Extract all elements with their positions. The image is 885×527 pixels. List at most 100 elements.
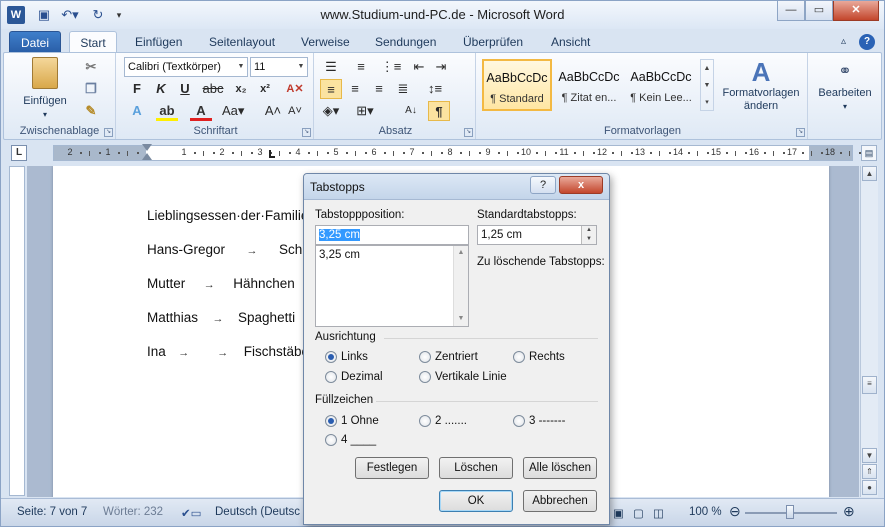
font-color-icon[interactable]: A: [190, 101, 212, 121]
subscript-icon[interactable]: x₂: [230, 79, 252, 99]
default-tabs-spinner[interactable]: ▲ ▼: [581, 226, 596, 244]
minimize-ribbon-icon[interactable]: ▵: [839, 31, 848, 53]
radio-leader-3-label[interactable]: 3 -------: [529, 415, 565, 427]
tab-sendungen[interactable]: Sendungen: [373, 31, 438, 53]
radio-dezimal-label[interactable]: Dezimal: [341, 371, 383, 383]
change-styles-button[interactable]: A Formatvorlagen ändern: [716, 57, 806, 113]
cut-icon[interactable]: ✂: [80, 57, 102, 77]
style-standard[interactable]: AaBbCcDc ¶ Standard: [482, 59, 552, 111]
horizontal-ruler[interactable]: 2 1 1 2 3 4 5 6 7 8 9 10 11 12 13 14 15 16 17 18: [53, 144, 861, 161]
tab-datei[interactable]: Datei: [9, 31, 61, 53]
font-name-combo[interactable]: Calibri (Textkörper) ▼: [124, 57, 248, 77]
minimize-button[interactable]: —: [777, 1, 805, 21]
styles-scroll[interactable]: ▲ ▼ ▾: [700, 59, 714, 111]
tab-einfuegen[interactable]: Einfügen: [133, 31, 184, 53]
paste-button[interactable]: Einfügen ▾: [20, 57, 70, 121]
change-case-icon[interactable]: Aa▾: [222, 101, 244, 121]
radio-leader-4-label[interactable]: 4 ____: [341, 434, 376, 446]
language-status[interactable]: Deutsch (Deutsc: [215, 506, 300, 518]
maximize-button[interactable]: ▭: [805, 1, 833, 21]
scroll-up-icon[interactable]: ▲: [454, 246, 468, 260]
editing-button[interactable]: ⚭ Bearbeiten ▾: [812, 57, 878, 113]
align-left-icon[interactable]: ≡: [320, 79, 342, 99]
show-formatting-icon[interactable]: ¶: [428, 101, 450, 121]
tab-verweise[interactable]: Verweise: [299, 31, 352, 53]
list-scrollbar[interactable]: ▲ ▼: [453, 246, 468, 326]
zoom-slider-thumb[interactable]: [786, 505, 794, 519]
font-launcher-icon[interactable]: ↘: [302, 128, 311, 137]
radio-leader-2-label[interactable]: 2 .......: [435, 415, 467, 427]
page-count[interactable]: Seite: 7 von 7: [17, 506, 87, 518]
radio-vertikale-linie-label[interactable]: Vertikale Linie: [435, 371, 507, 383]
print-layout-icon[interactable]: ▣: [613, 506, 624, 520]
word-count[interactable]: Wörter: 232: [103, 506, 163, 518]
tab-selector-icon[interactable]: L: [11, 145, 27, 161]
superscript-icon[interactable]: x²: [254, 79, 276, 99]
zoom-in-icon[interactable]: ⊕: [843, 503, 855, 520]
italic-icon[interactable]: K: [150, 79, 172, 99]
default-tabs-input[interactable]: 1,25 cm ▲ ▼: [477, 225, 597, 245]
increase-indent-icon[interactable]: ⇥: [430, 57, 452, 77]
format-painter-icon[interactable]: ✎: [80, 101, 102, 121]
list-item[interactable]: 3,25 cm: [319, 246, 468, 264]
radio-zentriert[interactable]: [419, 351, 431, 363]
align-center-icon[interactable]: ≡: [344, 79, 366, 99]
prev-page-icon[interactable]: ⇑: [862, 464, 877, 479]
set-button[interactable]: Festlegen: [355, 457, 429, 479]
cancel-button[interactable]: Abbrechen: [523, 490, 597, 512]
style-zitat[interactable]: AaBbCcDc ¶ Zitat en...: [554, 59, 624, 111]
scroll-down-icon[interactable]: ▼: [454, 312, 468, 326]
line-spacing-icon[interactable]: ↕≡: [424, 79, 446, 99]
proofing-icon[interactable]: ✔▭: [181, 506, 202, 520]
scroll-down-icon[interactable]: ▼: [862, 448, 877, 463]
radio-links[interactable]: [325, 351, 337, 363]
web-layout-icon[interactable]: ◫: [653, 506, 664, 520]
styles-launcher-icon[interactable]: ↘: [796, 128, 805, 137]
clear-button[interactable]: Löschen: [439, 457, 513, 479]
ok-button[interactable]: OK: [439, 490, 513, 512]
vertical-scrollbar[interactable]: ▲ ≡ ▼ ⇑ ●: [860, 166, 878, 497]
tab-ueberpruefen[interactable]: Überprüfen: [461, 31, 525, 53]
justify-icon[interactable]: ≣: [392, 79, 414, 99]
radio-leader-1[interactable]: [325, 415, 337, 427]
full-screen-icon[interactable]: ▢: [633, 506, 644, 520]
browse-object-icon[interactable]: ●: [862, 480, 877, 495]
radio-leader-3[interactable]: [513, 415, 525, 427]
close-button[interactable]: ✕: [833, 1, 879, 21]
radio-leader-1-label[interactable]: 1 Ohne: [341, 415, 379, 427]
dialog-help-button[interactable]: ?: [530, 176, 556, 194]
radio-links-label[interactable]: Links: [341, 351, 368, 363]
dialog-close-button[interactable]: x: [559, 176, 603, 194]
scroll-thumb[interactable]: ≡: [862, 376, 877, 394]
tab-seitenlayout[interactable]: Seitenlayout: [207, 31, 277, 53]
zoom-out-icon[interactable]: ⊖: [729, 503, 741, 520]
borders-icon[interactable]: ⊞▾: [354, 101, 376, 121]
tab-position-list[interactable]: 3,25 cm ▲ ▼: [315, 245, 469, 327]
radio-leader-4[interactable]: [325, 434, 337, 446]
shading-icon[interactable]: ◈▾: [320, 101, 342, 121]
tab-ansicht[interactable]: Ansicht: [549, 31, 592, 53]
align-right-icon[interactable]: ≡: [368, 79, 390, 99]
radio-zentriert-label[interactable]: Zentriert: [435, 351, 478, 363]
font-size-combo[interactable]: 11 ▼: [250, 57, 308, 77]
decrease-indent-icon[interactable]: ⇤: [408, 57, 430, 77]
highlight-icon[interactable]: ab: [156, 101, 178, 121]
clipboard-launcher-icon[interactable]: ↘: [104, 128, 113, 137]
radio-rechts-label[interactable]: Rechts: [529, 351, 565, 363]
help-icon[interactable]: ?: [859, 34, 875, 50]
zoom-level[interactable]: 100 %: [689, 506, 722, 518]
radio-dezimal[interactable]: [325, 371, 337, 383]
bold-icon[interactable]: F: [126, 79, 148, 99]
text-effects-icon[interactable]: A: [126, 101, 148, 121]
view-ruler-icon[interactable]: ▤: [861, 145, 877, 161]
clear-format-icon[interactable]: A✕: [284, 79, 306, 99]
clear-all-button[interactable]: Alle löschen: [523, 457, 597, 479]
multilevel-list-icon[interactable]: ⋮≡: [380, 57, 402, 77]
sort-icon[interactable]: A↓: [400, 101, 422, 121]
underline-icon[interactable]: U: [174, 79, 196, 99]
tab-position-input[interactable]: 3,25 cm: [315, 225, 469, 245]
style-kein-leerraum[interactable]: AaBbCcDc ¶ Kein Lee...: [626, 59, 696, 111]
copy-icon[interactable]: ❐: [80, 79, 102, 99]
grow-font-icon[interactable]: A˄: [262, 101, 284, 121]
bullets-icon[interactable]: ☰: [320, 57, 342, 77]
